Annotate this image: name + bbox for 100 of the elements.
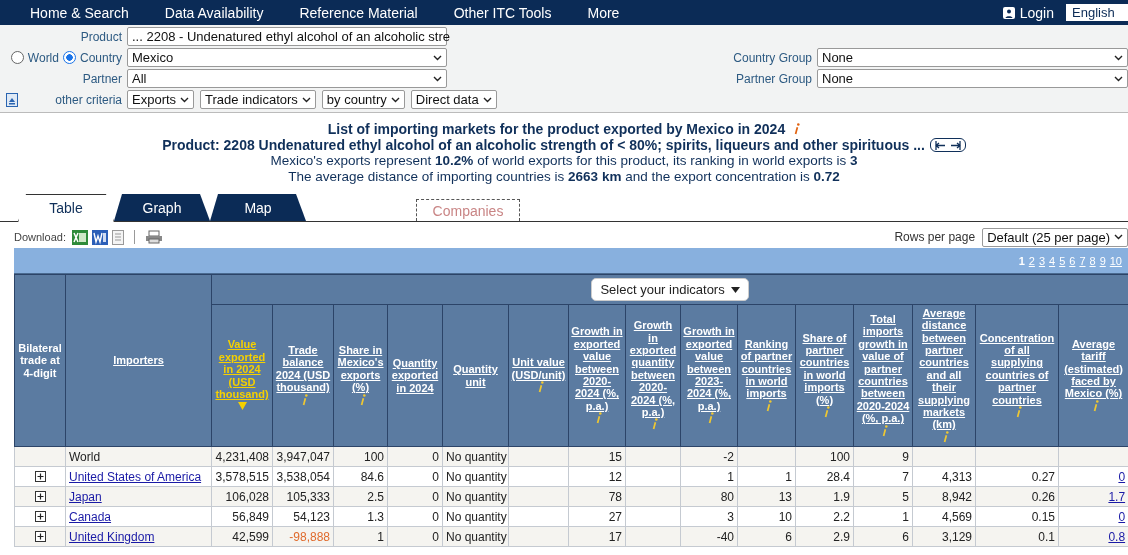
expand-button[interactable] xyxy=(34,471,46,482)
tab[interactable]: Table xyxy=(18,194,114,222)
indicators-button[interactable]: Select your indicators xyxy=(591,278,749,301)
header-link[interactable]: Importers xyxy=(113,354,164,367)
spreadsheet-icon[interactable] xyxy=(72,229,88,245)
info-icon[interactable] xyxy=(823,406,830,418)
info-icon[interactable] xyxy=(1016,406,1022,418)
document-icon[interactable] xyxy=(92,229,108,245)
rows-per-page-select[interactable]: Default (25 per page) xyxy=(982,227,1128,247)
info-icon[interactable] xyxy=(652,418,658,431)
download-label: Download: xyxy=(14,231,66,243)
table-cell xyxy=(508,526,569,547)
caret-icon xyxy=(1114,75,1123,82)
criteria-select[interactable]: Trade indicators xyxy=(200,90,316,109)
header-link[interactable]: Growth in exported value between 2023-2024 (%, p.a.) xyxy=(683,325,735,413)
expand-button[interactable] xyxy=(929,138,966,152)
table-cell: 13 xyxy=(737,486,796,507)
criteria-select[interactable]: Exports xyxy=(127,90,195,109)
radio-button[interactable] xyxy=(62,51,76,64)
caret-icon xyxy=(433,75,442,82)
nav-link[interactable]: More xyxy=(587,4,620,21)
country-group-select[interactable]: None xyxy=(817,48,1128,67)
header-link[interactable]: Trade balance 2024 (USD thousand) xyxy=(275,344,331,394)
nav-link[interactable]: Data Availability xyxy=(164,4,264,21)
table-cell: No quantity xyxy=(442,526,509,547)
table-cell: 4,231,408 xyxy=(211,446,273,467)
importer-link[interactable]: United States of America xyxy=(69,469,202,484)
table-cell: No quantity xyxy=(442,506,509,527)
collapse-icon[interactable] xyxy=(6,92,18,107)
table-cell: 1 xyxy=(737,466,796,487)
table-cell: 0.1 xyxy=(975,526,1059,547)
table-cell: 1 xyxy=(680,466,738,487)
table-cell: 8,942 xyxy=(912,486,976,507)
caret-icon xyxy=(1114,54,1123,61)
table-cell: 2.5 xyxy=(333,486,388,507)
tariff-link[interactable]: 1.7 xyxy=(1108,489,1126,504)
importer-link[interactable]: Japan xyxy=(69,489,102,504)
info-icon[interactable] xyxy=(794,123,801,135)
table-cell: 12 xyxy=(568,466,626,487)
header-link[interactable]: Ranking of partner countries in world imports xyxy=(740,337,793,400)
header-link[interactable]: Total imports growth in value of partner countries between 2020-2024 (%, p.a.) xyxy=(856,312,910,425)
table-cell: 0.26 xyxy=(975,486,1059,507)
info-icon[interactable] xyxy=(537,381,544,394)
nav-link[interactable]: Reference Material xyxy=(299,4,418,21)
table-cell xyxy=(508,506,569,527)
tariff-link[interactable]: 0 xyxy=(1118,469,1126,484)
caret-icon xyxy=(180,96,190,103)
header-link[interactable]: Quantity unit xyxy=(445,363,506,388)
tariff-link[interactable]: 0.8 xyxy=(1108,529,1126,544)
partner-group-select[interactable]: None xyxy=(817,69,1128,88)
info-icon[interactable] xyxy=(1092,399,1099,412)
table-cell: 106,028 xyxy=(211,486,273,507)
login-link[interactable]: Login xyxy=(1002,4,1054,21)
table-cell: 2.9 xyxy=(795,526,854,547)
info-icon[interactable] xyxy=(359,393,366,406)
table-cell: 54,123 xyxy=(272,506,334,527)
criteria-select[interactable]: Direct data xyxy=(410,90,497,109)
importer-link[interactable]: Canada xyxy=(69,509,112,524)
table-cell: 9 xyxy=(853,446,913,467)
tab[interactable]: Map xyxy=(210,194,306,221)
tab[interactable]: Graph xyxy=(114,194,210,221)
country-select[interactable]: Mexico xyxy=(127,48,447,67)
table-cell xyxy=(508,446,569,467)
radio-button[interactable] xyxy=(10,51,24,64)
header-link[interactable]: Average distance between partner countries and all their supplying markets (km) xyxy=(915,306,973,431)
info-icon[interactable] xyxy=(708,412,714,425)
nav-link[interactable]: Other ITC Tools xyxy=(453,4,552,21)
header-link[interactable]: Growth in exported value between 2020-2024 (%, p.a.) xyxy=(571,325,623,413)
expand-button[interactable] xyxy=(34,511,46,522)
language-select[interactable]: English xyxy=(1066,4,1128,21)
importer-link[interactable]: United Kingdom xyxy=(69,529,155,544)
header-link[interactable]: Concentration of all supplying countries of partner countries xyxy=(978,331,1056,406)
criteria-select[interactable]: by country xyxy=(321,90,405,109)
printer-icon[interactable] xyxy=(145,230,163,244)
table-cell: 1.9 xyxy=(795,486,854,507)
info-icon[interactable] xyxy=(882,424,888,437)
header-link[interactable]: Share of partner countries in world imports (%) xyxy=(798,331,851,406)
info-icon[interactable] xyxy=(302,393,308,406)
table-cell: 100 xyxy=(795,446,854,467)
table-cell: 0 xyxy=(387,486,443,507)
table-cell: -98,888 xyxy=(272,526,334,547)
info-icon[interactable] xyxy=(765,399,772,412)
nav-link[interactable]: Home & Search xyxy=(30,4,129,21)
header-link[interactable]: Unit value (USD/unit) xyxy=(511,356,566,382)
info-icon[interactable] xyxy=(943,430,949,443)
header-link[interactable]: Growth in exported quantity between 2020-2024 (%, p.a.) xyxy=(628,319,678,419)
table-cell xyxy=(912,446,976,467)
expand-button[interactable] xyxy=(34,531,46,542)
header-link[interactable]: Share in Mexico's exports (%) xyxy=(336,344,385,394)
info-icon[interactable] xyxy=(596,412,602,425)
expand-button[interactable] xyxy=(34,491,46,502)
partner-select[interactable]: All xyxy=(127,69,447,88)
table-cell: 3,947,047 xyxy=(272,446,334,467)
header-link[interactable]: Quantity exported in 2024 xyxy=(390,356,440,395)
table-cell: 7 xyxy=(853,466,913,487)
sort-arrow-icon xyxy=(237,402,247,411)
header-link[interactable]: Average tariff (estimated) faced by Mexico (%) xyxy=(1061,337,1127,400)
text-file-icon[interactable] xyxy=(112,229,124,245)
table-cell: 0 xyxy=(387,526,443,547)
tariff-link[interactable]: 0 xyxy=(1118,509,1126,524)
